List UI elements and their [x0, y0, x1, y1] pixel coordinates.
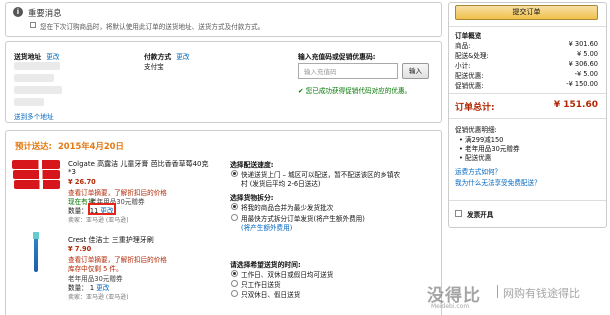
edit-payment-link[interactable]: 更改 — [176, 53, 189, 61]
crest-product-image[interactable] — [31, 232, 41, 272]
speed-label: 选择配送速度: — [230, 161, 274, 169]
payment-label: 付款方式 — [144, 53, 172, 61]
split-label: 选择货物拆分: — [230, 194, 274, 202]
time-radio-any[interactable] — [231, 270, 238, 277]
payment-value: 支付宝 — [144, 63, 164, 71]
quantity-label: 数量： — [68, 284, 88, 292]
item-name[interactable]: Colgate 高露洁 儿童牙膏 芭比香香草莓40克 — [68, 159, 208, 169]
summary-row-subtotal: 小计: ¥ 306.60 — [455, 60, 598, 70]
summary-row-value: ¥ 306.60 — [568, 60, 598, 68]
time-label: 请选择希望送货的时间: — [230, 261, 301, 269]
quantity-label: 数量： — [68, 207, 88, 215]
time-option-any: 工作日、双休日或假日均可送货 — [241, 271, 334, 279]
invoice-checkbox[interactable] — [455, 210, 462, 217]
order-total-value: ¥ 151.60 — [553, 100, 598, 110]
submit-order-button[interactable]: 提交订单 — [455, 5, 598, 20]
stock-status: 库存中仅剩 5 件。 — [68, 265, 123, 273]
watermark-url: Meidebi.com — [431, 303, 470, 310]
watermark: 没得比 Meidebi.com 网购有钱途得比 — [415, 279, 610, 315]
item-name-cont: *3 — [68, 168, 76, 176]
split-option-combine: 将我的商品合并为最少发货批次 — [241, 204, 334, 212]
quantity-highlight-box — [88, 203, 116, 215]
item-price: ¥ 26.70 — [68, 178, 96, 186]
summary-title: 订单概览 — [455, 32, 482, 40]
change-quantity-link[interactable]: 更改 — [96, 284, 109, 292]
address-section: 送货地址 更改 送到多个地址 付款方式 更改 支付宝 输入充值码或促销优惠码: … — [5, 41, 442, 123]
promo-status: ✔ 您已成功获得促销代码对应的优惠。 — [298, 85, 411, 95]
split-option-fastest-note[interactable]: (将产生额外费用) — [241, 222, 292, 232]
quantity-row: 数量： 1 更改 — [68, 282, 109, 292]
address-redacted-line — [14, 98, 44, 106]
edit-address-link[interactable]: 更改 — [46, 53, 59, 61]
watermark-slogan: 网购有钱途得比 — [503, 287, 580, 300]
summary-row-label: 商品: — [455, 42, 471, 50]
split-radio-combine[interactable] — [231, 203, 238, 210]
promo-label: 输入充值码或促销优惠码: — [298, 53, 376, 61]
summary-row-promo-discount: 促销优惠: -¥ 150.00 — [455, 80, 598, 90]
multi-address-link[interactable]: 送到多个地址 — [14, 111, 54, 121]
colgate-product-image[interactable] — [12, 160, 62, 190]
summary-row-label: 促销优惠: — [455, 82, 484, 90]
summary-row-value: -¥ 150.00 — [566, 80, 598, 88]
seller: 卖家：亚马逊 (亚马逊) — [68, 294, 129, 301]
default-settings-text: 您在下次订购商品时，将默认使用此订单的送货地址、送货方式及付款方式。 — [40, 23, 265, 31]
free-shipping-link[interactable]: 我为什么无法享受免费配送？ — [455, 177, 598, 187]
eta-date: 2015年4月20日 — [57, 141, 124, 151]
delivery-estimate: 预计送达: 2015年4月20日 — [15, 140, 124, 152]
promo-status-text: 您已成功获得促销代码对应的优惠。 — [305, 87, 412, 95]
check-icon: ✔ — [298, 87, 304, 95]
quantity-value: 1 — [89, 284, 95, 292]
summary-row-value: -¥ 5.00 — [574, 70, 598, 78]
summary-row-value: ¥ 5.00 — [577, 50, 598, 58]
summary-row-items: 商品: ¥ 301.60 — [455, 40, 598, 50]
shipping-fee-link[interactable]: 运费方式如何？ — [455, 166, 598, 176]
eta-label: 预计送达: — [15, 141, 52, 151]
invoice-label: 发票开具 — [467, 211, 494, 219]
notice-title: 重要消息 — [28, 8, 62, 18]
address-redacted-line — [14, 86, 62, 94]
shipment-section: 预计送达: 2015年4月20日 Colgate 高露洁 儿童牙膏 芭比香香草莓… — [5, 130, 442, 315]
summary-row-label: 配送&处理: — [455, 52, 489, 60]
speed-radio-standard[interactable] — [231, 170, 238, 177]
item-name[interactable]: Crest 佳洁士 三重护理牙刷 — [68, 235, 154, 245]
address-redacted-line — [14, 74, 54, 82]
info-icon: i — [13, 7, 23, 17]
default-settings-checkbox[interactable] — [30, 22, 36, 28]
summary-row-value: ¥ 301.60 — [568, 40, 598, 48]
time-radio-weekday[interactable] — [231, 280, 238, 287]
time-radio-weekend[interactable] — [231, 290, 238, 297]
item-price: ¥ 7.90 — [68, 245, 92, 253]
promo-detail-line: • 配送优惠 — [459, 154, 492, 162]
order-total: 订单总计: ¥ 151.60 — [455, 100, 598, 113]
apply-promo-button[interactable]: 输入 — [402, 63, 429, 79]
split-radio-fastest[interactable] — [231, 214, 238, 221]
summary-row-label: 配送优惠: — [455, 72, 484, 80]
important-notice: i 重要消息 您在下次订购商品时，将默认使用此订单的送货地址、送货方式及付款方式… — [5, 2, 442, 37]
time-option-weekend: 只双休日、假日送货 — [241, 291, 301, 299]
promo-code-input[interactable]: 输入充值码 — [298, 63, 398, 79]
shipping-address-label: 送货地址 — [14, 53, 42, 61]
shipping-address-heading: 送货地址 更改 — [14, 51, 59, 61]
address-redacted-line — [14, 62, 60, 70]
seller: 卖家：亚马逊 (亚马逊) — [68, 217, 129, 224]
promo-detail-title: 促销优惠明细: — [455, 126, 497, 134]
time-option-weekday: 只工作日送货 — [241, 281, 281, 289]
summary-row-shipping: 配送&处理: ¥ 5.00 — [455, 50, 598, 60]
payment-heading: 付款方式 更改 — [144, 51, 189, 61]
speed-option-text-cont: 村 (发货后平均 2-6日送达) — [241, 180, 321, 188]
summary-row-shipping-discount: 配送优惠: -¥ 5.00 — [455, 70, 598, 80]
order-total-label: 订单总计: — [455, 103, 495, 113]
summary-row-label: 小计: — [455, 62, 471, 70]
